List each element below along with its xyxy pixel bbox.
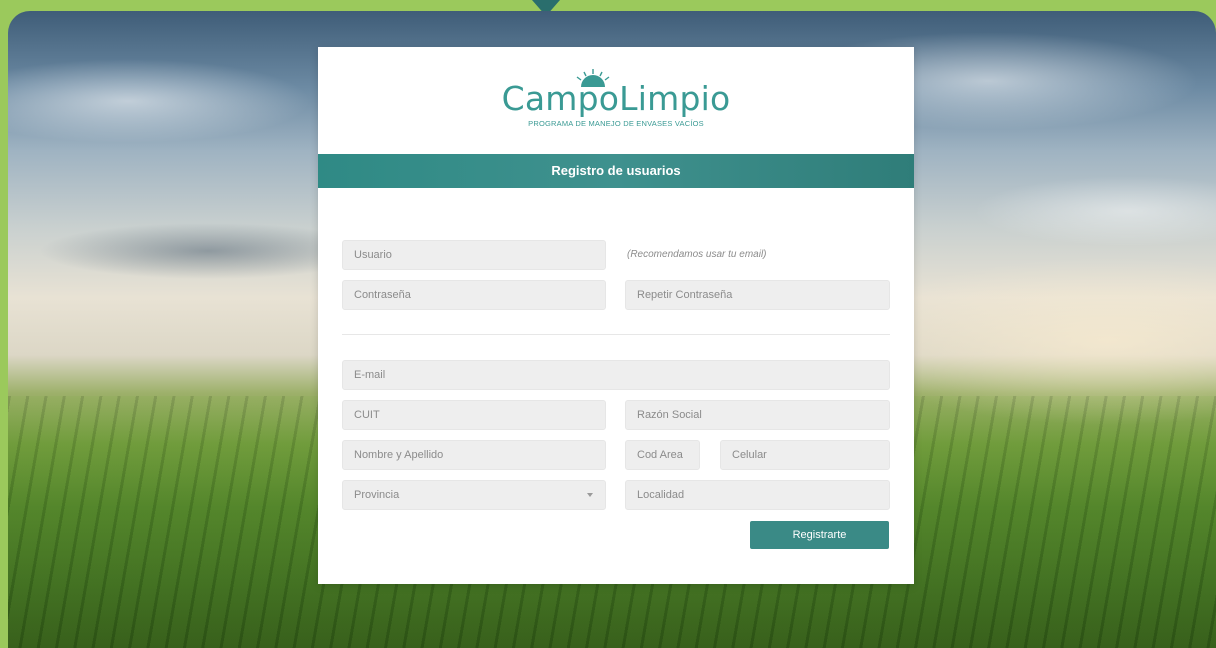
password-field[interactable] — [342, 280, 606, 310]
registration-card: CampoLimpio PROGRAMA DE MANEJO DE ENVASE… — [318, 47, 914, 584]
razon-social-input[interactable] — [626, 401, 889, 429]
section-divider — [342, 334, 890, 335]
email-field[interactable] — [342, 360, 890, 390]
usuario-input[interactable] — [343, 241, 605, 269]
page-frame: CampoLimpio PROGRAMA DE MANEJO DE ENVASE… — [0, 0, 1216, 648]
nombre-field[interactable] — [342, 440, 606, 470]
password-input[interactable] — [343, 281, 605, 309]
provincia-select[interactable]: Provincia — [342, 480, 606, 510]
localidad-field[interactable] — [625, 480, 890, 510]
cod-area-field[interactable] — [625, 440, 700, 470]
register-button[interactable]: Registrarte — [750, 521, 889, 549]
celular-field[interactable] — [720, 440, 890, 470]
page-title: Registro de usuarios — [318, 154, 914, 188]
logo-wordmark: CampoLimpio — [501, 79, 731, 118]
logo-tagline: PROGRAMA DE MANEJO DE ENVASES VACÍOS — [528, 119, 704, 128]
usuario-hint: (Recomendamos usar tu email) — [627, 249, 767, 260]
nombre-input[interactable] — [343, 441, 605, 469]
cod-area-input[interactable] — [626, 441, 699, 469]
localidad-input[interactable] — [626, 481, 889, 509]
cuit-input[interactable] — [343, 401, 605, 429]
provincia-selected-value: Provincia — [354, 489, 400, 501]
celular-input[interactable] — [721, 441, 889, 469]
chevron-down-icon — [587, 493, 593, 497]
repeat-password-field[interactable] — [625, 280, 890, 310]
email-input[interactable] — [343, 361, 889, 389]
repeat-password-input[interactable] — [626, 281, 889, 309]
usuario-field[interactable] — [342, 240, 606, 270]
razon-social-field[interactable] — [625, 400, 890, 430]
cuit-field[interactable] — [342, 400, 606, 430]
